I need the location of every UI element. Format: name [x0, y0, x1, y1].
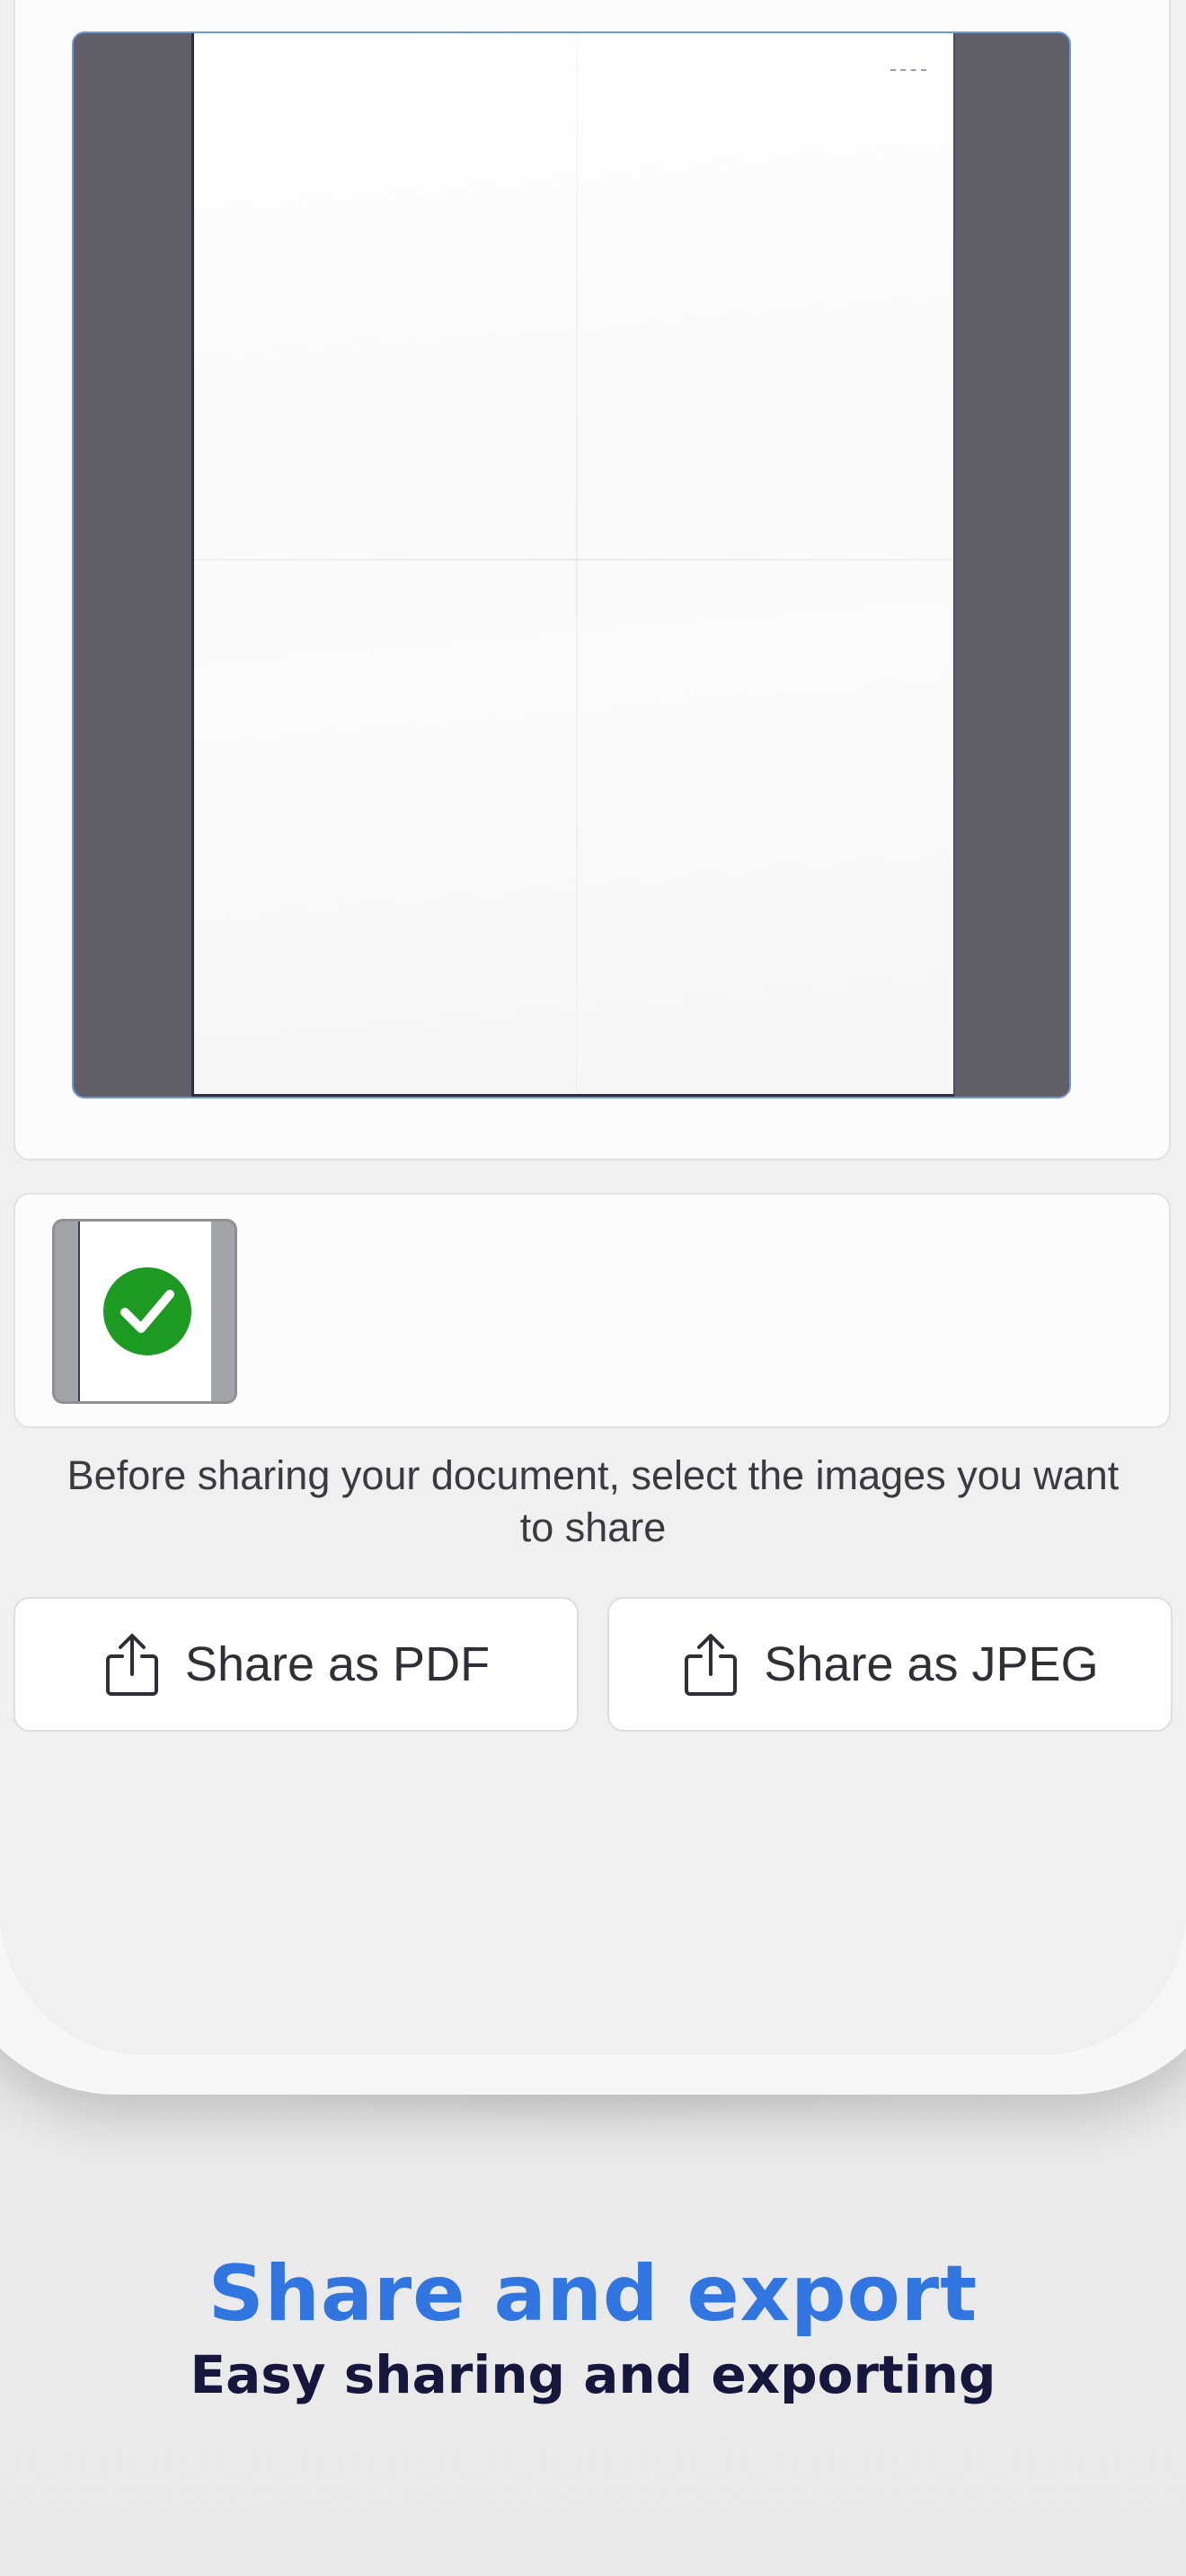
page-preview[interactable] [72, 31, 1071, 1098]
app-screen: Before sharing your document, select the… [0, 0, 1186, 2055]
caption-title: Share and export [208, 2249, 978, 2339]
scanned-page-image [191, 33, 955, 1097]
share-icon [105, 1634, 158, 1696]
phone-frame: Before sharing your document, select the… [0, 0, 1186, 2095]
share-as-pdf-button[interactable]: Share as PDF [13, 1597, 579, 1732]
page-thumbnails-strip [13, 1193, 1171, 1428]
share-instruction-text: Before sharing your document, select the… [66, 1452, 1120, 1550]
checkmark-circle-icon [100, 1264, 195, 1359]
document-preview-card [13, 0, 1171, 1160]
caption-subtitle: Easy sharing and exporting [190, 2344, 996, 2405]
paper-mark [890, 69, 926, 75]
share-as-jpeg-label: Share as JPEG [764, 1637, 1099, 1691]
paper-fold-vertical [576, 33, 578, 1094]
share-as-pdf-label: Share as PDF [184, 1637, 491, 1691]
page-thumbnail[interactable] [52, 1219, 237, 1404]
paper-fold-horizontal [194, 559, 953, 560]
share-icon [685, 1634, 738, 1696]
share-as-jpeg-button[interactable]: Share as JPEG [607, 1597, 1173, 1732]
